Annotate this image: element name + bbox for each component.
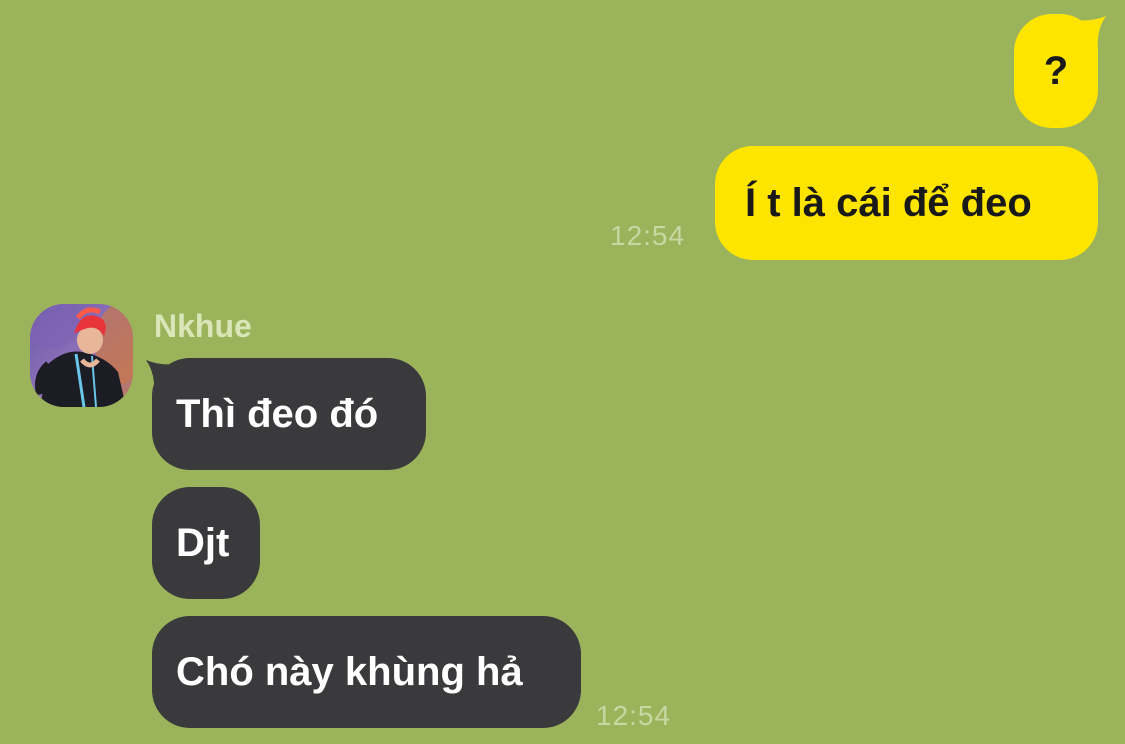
incoming-message-text: Djt [176, 521, 230, 565]
incoming-message-text: Chó này khùng hả [176, 650, 523, 694]
incoming-timestamp: 12:54 [596, 700, 672, 731]
incoming-message-bubble[interactable]: Chó này khùng hả [152, 616, 581, 728]
sender-avatar[interactable] [30, 304, 133, 407]
incoming-message-bubble[interactable]: Djt [152, 487, 260, 599]
incoming-message-text: Thì đeo đó [176, 392, 379, 436]
outgoing-message-text: Í t là cái để đeo [745, 181, 1032, 225]
chat-thread[interactable]: ? Í t là cái để đeo 12:54 Nkhue Thì đeo … [0, 0, 1125, 744]
outgoing-message-bubble[interactable]: Í t là cái để đeo [715, 146, 1098, 260]
incoming-message-bubble[interactable]: Thì đeo đó [152, 358, 426, 470]
outgoing-timestamp: 12:54 [610, 220, 686, 251]
outgoing-message-bubble[interactable]: ? [1014, 14, 1098, 128]
profile-photo-icon [30, 304, 133, 407]
outgoing-message-text: ? [1043, 49, 1069, 93]
sender-name: Nkhue [154, 308, 252, 344]
